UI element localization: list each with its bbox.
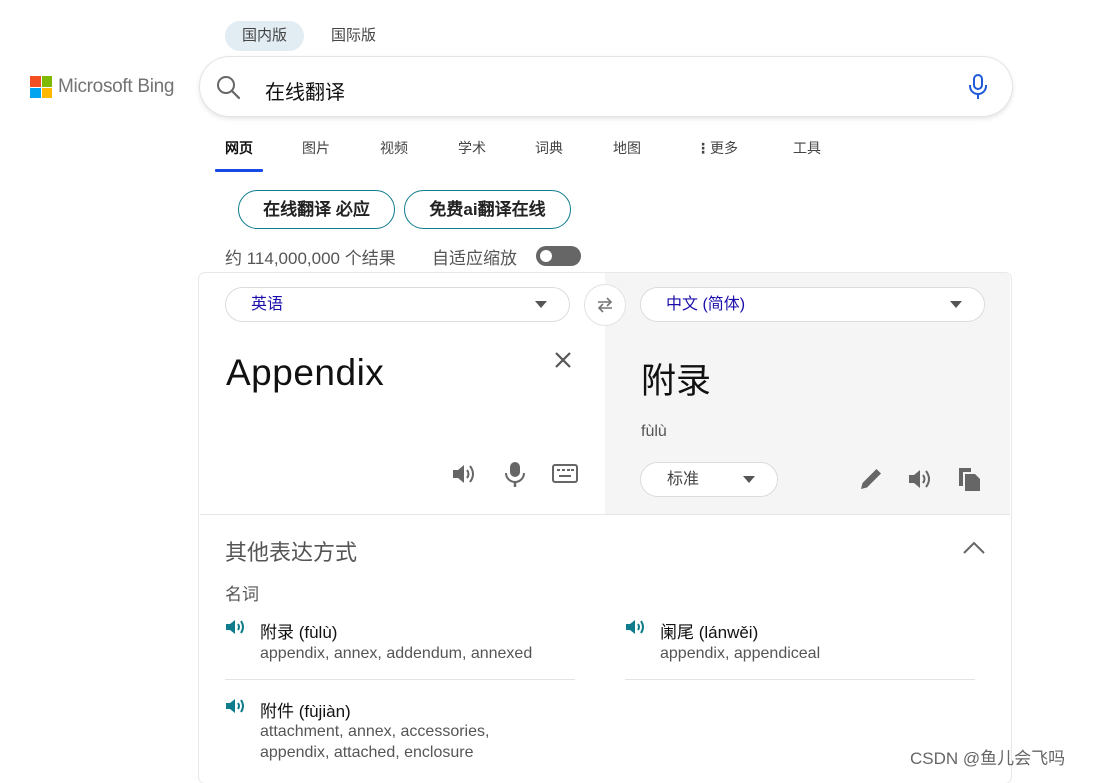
adaptive-zoom-label: 自适应缩放 [432, 249, 517, 268]
region-tab-domestic[interactable]: 国内版 [225, 21, 305, 51]
tab-videos[interactable]: 视频 [380, 138, 408, 158]
tab-more[interactable]: ⋮更多 [696, 138, 738, 158]
target-language-label: 中文 (简体) [666, 296, 746, 313]
microphone-icon[interactable] [501, 460, 529, 488]
active-tab-underline [215, 169, 263, 172]
alternative-word[interactable]: 阑尾 (lánwěi) [660, 618, 758, 643]
source-text-input[interactable]: Appendix [226, 352, 384, 394]
pinyin: fùlù [641, 423, 667, 440]
alternative-synonyms: appendix, appendiceal [660, 645, 821, 662]
card-divider [200, 514, 1010, 515]
speaker-icon[interactable] [625, 617, 647, 637]
target-language-select[interactable]: 中文 (简体) [640, 287, 985, 322]
chevron-down-icon [535, 301, 547, 308]
chevron-down-icon [743, 476, 755, 483]
alternatives-heading: 其他表达方式 [225, 540, 358, 565]
edit-pencil-icon[interactable] [857, 465, 885, 493]
alternative-synonyms: appendix, attached, enclosure [260, 744, 474, 761]
tab-more-label: 更多 [710, 140, 738, 156]
tab-dictionary[interactable]: 词典 [535, 138, 563, 158]
suggestion-chip-1[interactable]: 在线翻译 必应 [238, 190, 395, 229]
source-language-label: 英语 [251, 296, 284, 313]
watermark: CSDN @鱼儿会飞吗 [910, 749, 1066, 768]
divider [625, 679, 975, 680]
speaker-icon[interactable] [906, 465, 934, 493]
alternative-word[interactable]: 附录 (fùlù) [260, 618, 337, 643]
search-input[interactable]: 在线翻译 [265, 76, 345, 105]
search-icon[interactable] [215, 74, 241, 100]
region-tab-international[interactable]: 国际版 [314, 21, 393, 51]
alternative-synonyms: attachment, annex, accessories, [260, 723, 490, 740]
more-dots-icon: ⋮ [696, 140, 710, 156]
swap-icon [597, 297, 613, 313]
speaker-icon[interactable] [450, 460, 478, 488]
alternative-item[interactable] [225, 696, 247, 721]
tab-tools[interactable]: 工具 [793, 138, 821, 158]
tab-academic[interactable]: 学术 [458, 138, 486, 158]
tab-images[interactable]: 图片 [302, 138, 330, 158]
translation-style-label: 标准 [667, 471, 700, 488]
swap-languages-button[interactable] [584, 284, 626, 326]
clear-icon[interactable] [553, 350, 573, 370]
microsoft-logo-icon [30, 76, 52, 98]
speaker-icon[interactable] [225, 696, 247, 716]
logo-text: Microsoft Bing [58, 76, 175, 97]
bing-logo[interactable]: Microsoft Bing [30, 75, 174, 99]
tab-web[interactable]: 网页 [225, 138, 253, 158]
alternative-synonyms: appendix, annex, addendum, annexed [260, 645, 533, 662]
source-language-select[interactable]: 英语 [225, 287, 570, 322]
keyboard-icon[interactable] [551, 460, 579, 488]
tab-maps[interactable]: 地图 [613, 138, 641, 158]
results-count: 约 114,000,000 个结果 [225, 249, 396, 268]
part-of-speech-label: 名词 [225, 585, 259, 604]
alternative-word[interactable]: 附件 (fùjiàn) [260, 697, 351, 722]
speaker-icon[interactable] [225, 617, 247, 637]
copy-icon[interactable] [956, 465, 984, 493]
alternative-item[interactable] [625, 617, 647, 642]
alternative-item[interactable] [225, 617, 247, 642]
translation-style-select[interactable]: 标准 [640, 462, 778, 497]
chevron-up-icon[interactable] [962, 540, 986, 556]
microphone-icon[interactable] [967, 74, 989, 100]
chevron-down-icon [950, 301, 962, 308]
suggestion-chip-2[interactable]: 免费ai翻译在线 [404, 190, 571, 229]
divider [225, 679, 575, 680]
translation-output: 附录 [641, 362, 712, 401]
adaptive-zoom-toggle[interactable] [536, 246, 581, 266]
toggle-knob [540, 250, 552, 262]
